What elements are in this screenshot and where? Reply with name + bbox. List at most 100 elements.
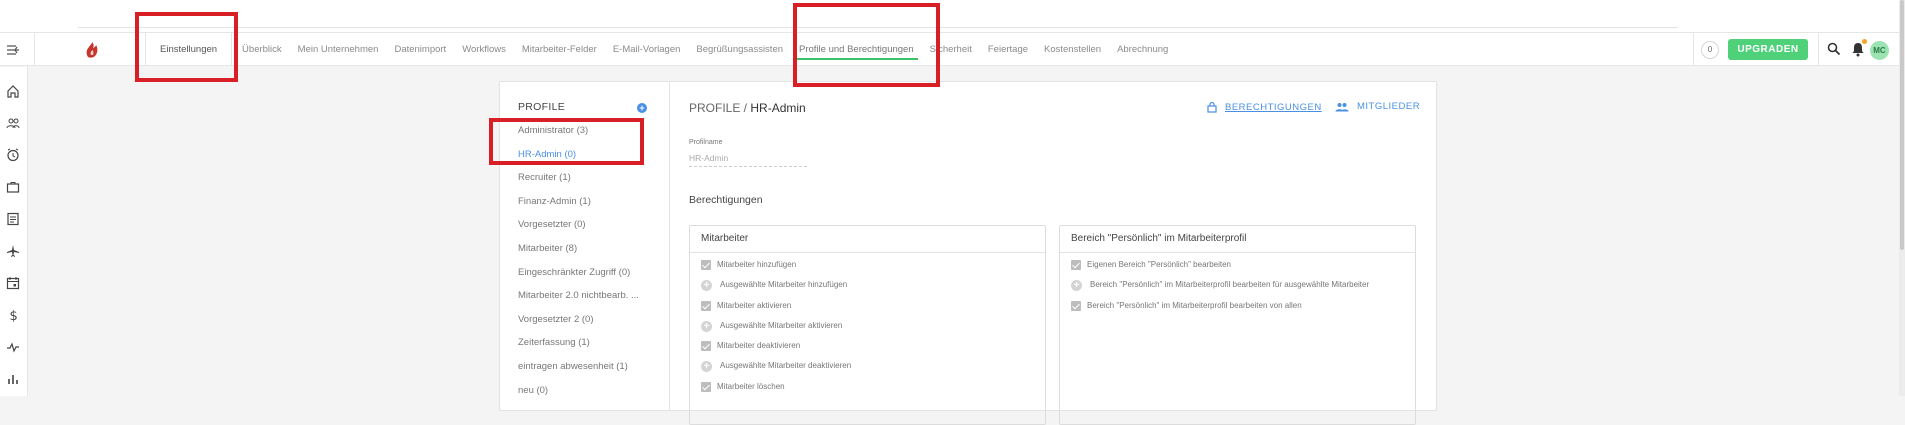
expand-plus-icon[interactable]: + [701, 361, 712, 373]
box-title: Bereich "Persönlich" im Mitarbeiterprofi… [1060, 226, 1415, 253]
tab-überblick[interactable]: Überblick [234, 33, 290, 66]
permission-label: Mitarbeiter löschen [717, 381, 785, 391]
permission-label: Ausgewählte Mitarbeiter deaktivieren [720, 361, 852, 371]
dollar-icon[interactable]: $ [6, 308, 20, 322]
team-icon[interactable] [6, 116, 20, 130]
profile-list-item[interactable]: Vorgesetzter (0) [518, 217, 639, 241]
document-icon[interactable] [6, 212, 20, 226]
checkbox-checked[interactable] [701, 341, 711, 352]
tab-mein-unternehmen[interactable]: Mein Unternehmen [290, 33, 387, 66]
permissions-box-personal: Bereich "Persönlich" im Mitarbeiterprofi… [1059, 225, 1416, 425]
permissions-heading: Berechtigungen [689, 194, 763, 206]
profile-name-field[interactable]: HR-Admin [689, 153, 807, 167]
settings-nav: Einstellungen Überblick Mein Unternehmen Da… [145, 33, 1176, 66]
highlight-box-profiles-tab [793, 3, 940, 87]
expand-plus-icon[interactable]: + [701, 280, 712, 292]
search-icon[interactable] [1827, 42, 1841, 56]
clock-icon[interactable] [6, 148, 20, 162]
permission-label: Bereich "Persönlich" im Mitarbeiterprofi… [1087, 300, 1302, 310]
tab-members-label: MITGLIEDER [1357, 101, 1421, 112]
calendar-icon[interactable] [6, 276, 20, 290]
divider [1818, 33, 1819, 66]
svg-text:$: $ [10, 309, 18, 322]
profile-list: Administrator (3) HR-Admin (0) Recruiter (… [518, 123, 639, 406]
briefcase-icon[interactable] [6, 180, 20, 194]
expand-plus-icon[interactable]: + [701, 320, 712, 332]
profile-list-item[interactable]: Mitarbeiter (8) [518, 241, 639, 265]
tab-kostenstellen[interactable]: Kostenstellen [1036, 33, 1109, 66]
tab-feiertage[interactable]: Feiertage [980, 33, 1036, 66]
box-title: Mitarbeiter [690, 226, 1045, 253]
divider [34, 33, 35, 66]
upgrade-button[interactable]: UPGRADEN [1728, 39, 1808, 60]
permission-list: Mitarbeiter hinzufügen + Ausgewählte Mitar… [690, 253, 1045, 402]
highlight-box-hr-admin [489, 118, 644, 165]
permission-row: Mitarbeiter hinzufügen [701, 260, 1045, 280]
tab-begrüßungsassisten[interactable]: Begrüßungsassisten [688, 33, 791, 66]
divider [1693, 33, 1694, 66]
profile-detail-panel: PROFILE / HR-Admin BERECHTIGUNGEN MITGLI… [669, 81, 1437, 425]
permission-row: Mitarbeiter deaktivieren [701, 341, 1045, 361]
profile-list-item[interactable]: Mitarbeiter 2.0 nichtbearb. ... [518, 288, 639, 312]
permission-label: Eigenen Bereich "Persönlich" bearbeiten [1087, 260, 1231, 269]
expand-plus-icon[interactable]: + [1071, 280, 1082, 292]
permission-row: + Ausgewählte Mitarbeiter aktivieren [701, 320, 1045, 341]
activity-icon[interactable] [6, 340, 20, 354]
people-icon [1335, 102, 1349, 111]
heading-profile-name: HR-Admin [750, 101, 806, 115]
permission-label: Mitarbeiter deaktivieren [717, 341, 801, 351]
collapse-menu-icon[interactable] [5, 42, 21, 58]
permission-label: Bereich "Persönlich" im Mitarbeiterprofi… [1090, 280, 1370, 290]
permission-row: Mitarbeiter aktivieren [701, 300, 1045, 321]
permission-row: Eigenen Bereich "Persönlich" bearbeiten [1071, 260, 1415, 280]
permission-list: Eigenen Bereich "Persönlich" bearbeiten +… [1060, 253, 1415, 321]
highlight-box-settings [135, 12, 238, 82]
tab-e-mail-vorlagen[interactable]: E-Mail-Vorlagen [605, 33, 689, 66]
checkbox-checked[interactable] [701, 381, 711, 392]
profile-list-item[interactable]: Recruiter (1) [518, 170, 639, 194]
profile-list-item[interactable]: Eingeschränkter Zugriff (0) [518, 265, 639, 289]
app-header: Einstellungen Überblick Mein Unternehmen Da… [0, 32, 1905, 66]
tab-datenimport[interactable]: Datenimport [386, 33, 454, 66]
tab-members[interactable]: MITGLIEDER [1335, 101, 1420, 112]
permission-row: Bereich "Persönlich" im Mitarbeiterprofi… [1071, 300, 1415, 321]
permission-row: Mitarbeiter löschen [701, 381, 1045, 402]
heading-prefix: PROFILE / [689, 101, 748, 115]
counter-badge[interactable]: 0 [1701, 41, 1719, 59]
logo-icon[interactable] [84, 41, 100, 59]
profile-list-item[interactable]: Vorgesetzter 2 (0) [518, 312, 639, 336]
home-icon[interactable] [6, 84, 20, 98]
permission-label: Ausgewählte Mitarbeiter aktivieren [720, 320, 843, 330]
profile-name-label: Profilname [689, 139, 723, 146]
permission-row: + Ausgewählte Mitarbeiter deaktivieren [701, 361, 1045, 381]
checkbox-checked[interactable] [701, 260, 711, 270]
tab-mitarbeiter-felder[interactable]: Mitarbeiter-Felder [514, 33, 605, 66]
checkbox-checked[interactable] [1071, 260, 1081, 270]
lock-icon [1207, 101, 1217, 113]
page-title: PROFILE / HR-Admin [689, 101, 806, 115]
profile-list-item[interactable]: Zeiterfassung (1) [518, 335, 639, 359]
checkbox-checked[interactable] [1071, 300, 1081, 311]
checkbox-checked[interactable] [701, 300, 711, 311]
sidebar: $ [0, 67, 28, 396]
permissions-box-employees: Mitarbeiter Mitarbeiter hinzufügen + Ausge… [689, 225, 1046, 425]
profiles-title: PROFILE [518, 101, 566, 113]
avatar[interactable]: MC [1870, 41, 1889, 60]
tab-workflows[interactable]: Workflows [454, 33, 514, 66]
plane-icon[interactable] [6, 244, 20, 258]
profile-list-item[interactable]: eintragen abwesenheit (1) [518, 359, 639, 383]
profile-list-item[interactable]: neu (0) [518, 383, 639, 407]
permission-row: + Ausgewählte Mitarbeiter hinzufügen [701, 280, 1045, 300]
tab-permissions-label: BERECHTIGUNGEN [1225, 101, 1322, 113]
tab-abrechnung[interactable]: Abrechnung [1109, 33, 1176, 66]
add-profile-button[interactable]: + [637, 103, 647, 113]
tab-permissions[interactable]: BERECHTIGUNGEN [1207, 101, 1322, 113]
top-strip [0, 0, 1905, 32]
permission-row: + Bereich "Persönlich" im Mitarbeiterprof… [1071, 280, 1415, 300]
profile-list-item[interactable]: Finanz-Admin (1) [518, 194, 639, 218]
scrollbar[interactable] [1899, 0, 1905, 396]
bar-chart-icon[interactable] [6, 372, 20, 386]
permission-label: Mitarbeiter hinzufügen [717, 260, 797, 269]
scrollbar-thumb[interactable] [1900, 0, 1904, 250]
notification-dot [1862, 39, 1867, 44]
